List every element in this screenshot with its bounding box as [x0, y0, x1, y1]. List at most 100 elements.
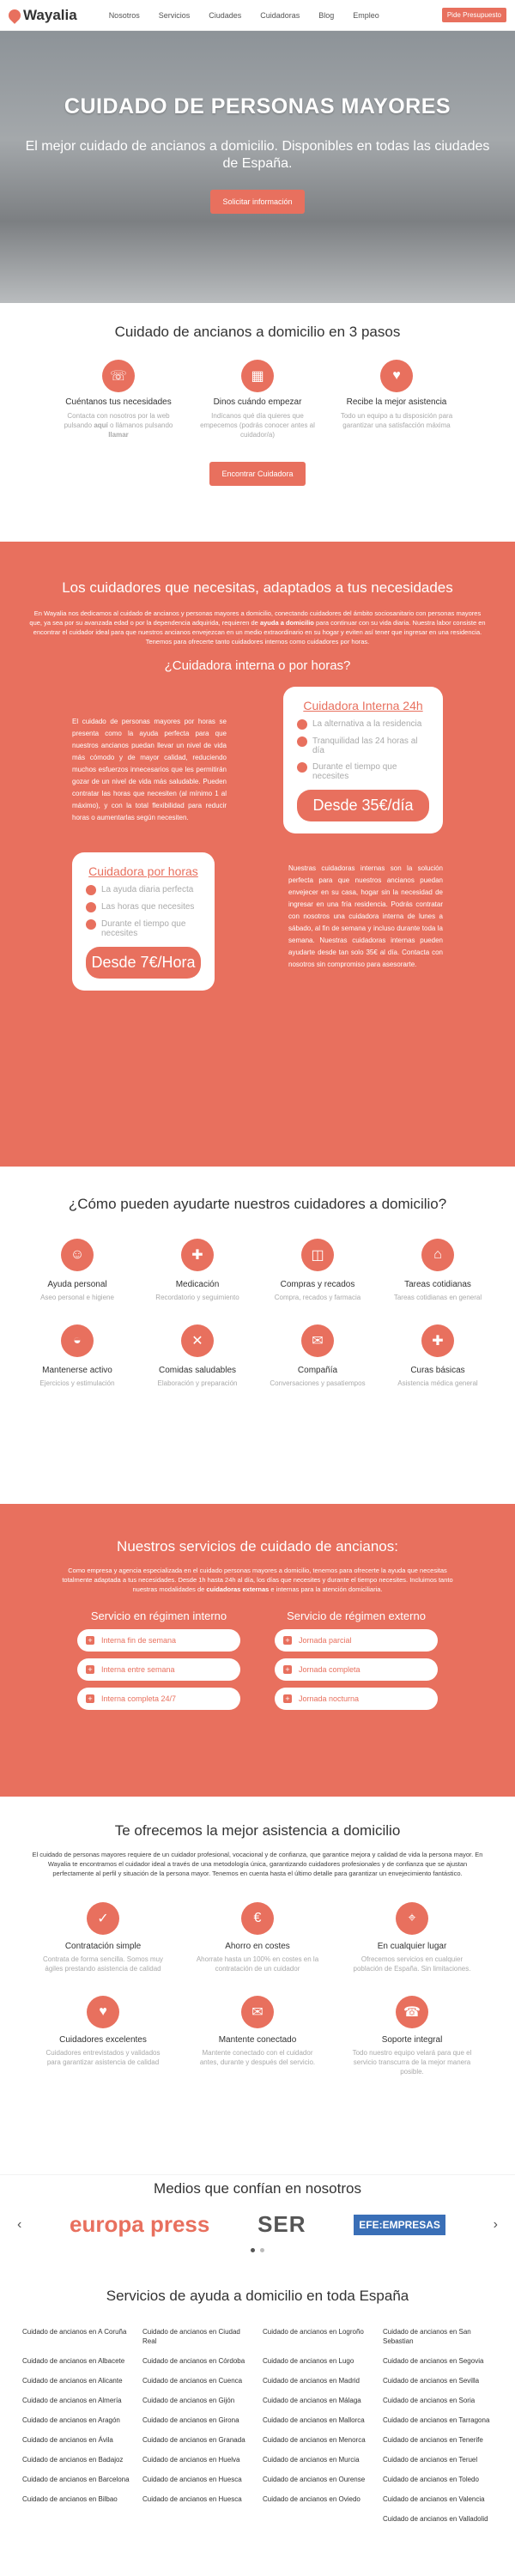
city-link[interactable]: Cuidado de ancianos en Albacete: [22, 2356, 132, 2366]
services-section: Nuestros servicios de cuidado de anciano…: [0, 1504, 515, 1797]
city-link[interactable]: Cuidado de ancianos en Córdoba: [142, 2356, 252, 2366]
internal-caregiver-card[interactable]: Cuidadora Interna 24h La alternativa a l…: [283, 687, 443, 833]
request-info-button[interactable]: Solicitar información: [210, 190, 305, 214]
city-link[interactable]: Cuidado de ancianos en Badajoz: [22, 2455, 132, 2464]
city-link[interactable]: Cuidado de ancianos en Oviedo: [263, 2494, 373, 2504]
nav-item-empleo[interactable]: Empleo: [343, 11, 389, 20]
city-link[interactable]: Cuidado de ancianos en Lugo: [263, 2356, 373, 2366]
nav-item-cuidadoras[interactable]: Cuidadoras: [251, 11, 309, 20]
services-text-part: e internas para la atención domiciliaria…: [269, 1585, 383, 1593]
carousel-dot[interactable]: [260, 2248, 264, 2252]
service-option[interactable]: + Jornada completa: [275, 1658, 438, 1681]
city-link[interactable]: Cuidado de ancianos en Ávila: [22, 2435, 132, 2445]
city-link[interactable]: Cuidado de ancianos en Granada: [142, 2435, 252, 2445]
city-link[interactable]: Cuidado de ancianos en Madrid: [263, 2376, 373, 2385]
carousel-next-icon[interactable]: ›: [494, 2217, 498, 2233]
step-item: ▦ Dinos cuándo empezar Indícanos qué día q…: [197, 360, 318, 439]
city-link[interactable]: Cuidado de ancianos en Valencia: [383, 2494, 493, 2504]
budget-button[interactable]: Pide Presupuesto: [441, 8, 506, 22]
service-option[interactable]: + Interna fin de semana: [77, 1629, 240, 1652]
price-badge[interactable]: Desde 7€/Hora: [86, 947, 201, 979]
plus-icon: +: [86, 1665, 94, 1674]
service-option[interactable]: + Interna entre semana: [77, 1658, 240, 1681]
carousel-prev-icon[interactable]: ‹: [17, 2217, 21, 2233]
first-aid-icon: ✚: [421, 1324, 454, 1357]
logo[interactable]: Wayalia: [6, 7, 77, 24]
city-link[interactable]: Cuidado de ancianos en Segovia: [383, 2356, 493, 2366]
hourly-description: El cuidado de personas mayores por horas…: [72, 718, 227, 821]
service-option[interactable]: + Jornada parcial: [275, 1629, 438, 1652]
media-title: Medios que confían en nosotros: [154, 2180, 361, 2197]
nav-item-nosotros[interactable]: Nosotros: [100, 11, 149, 20]
cities-grid: Cuidado de ancianos en A Coruña Cuidado d…: [0, 2327, 515, 2534]
nav-item-ciudades[interactable]: Ciudades: [199, 11, 251, 20]
play-bullet-icon: [297, 719, 307, 730]
find-caregiver-button[interactable]: Encontrar Cuidadora: [209, 462, 306, 486]
service-option-label: Interna completa 24/7: [101, 1694, 177, 1703]
support-icon: ☎: [396, 1996, 428, 2028]
hero-section: CUIDADO DE PERSONAS MAYORES El mejor cui…: [0, 31, 515, 303]
city-link[interactable]: Cuidado de ancianos en Málaga: [263, 2396, 373, 2405]
city-link[interactable]: Cuidado de ancianos en Gijón: [142, 2396, 252, 2405]
service-option-label: Jornada parcial: [299, 1636, 352, 1645]
service-option-label: Interna entre semana: [101, 1665, 175, 1674]
city-link[interactable]: Cuidado de ancianos en Toledo: [383, 2475, 493, 2484]
city-link[interactable]: Cuidado de ancianos en Logroño: [263, 2327, 373, 2346]
step-title: Cuéntanos tus necesidades: [65, 397, 172, 407]
help-item-title: Curas básicas: [410, 1366, 465, 1375]
card-title: Cuidadora por horas: [88, 864, 198, 878]
city-link[interactable]: Cuidado de ancianos en Huelva: [142, 2455, 252, 2464]
help-item-title: Comidas saludables: [158, 1366, 237, 1375]
city-link[interactable]: Cuidado de ancianos en Huesca: [142, 2475, 252, 2484]
nav-item-servicios[interactable]: Servicios: [149, 11, 200, 20]
steps-section: Cuidado de ancianos a domicilio en 3 pas…: [0, 303, 515, 542]
hourly-caregiver-card[interactable]: Cuidadora por horas La ayuda diaria perf…: [72, 852, 215, 991]
city-link[interactable]: Cuidado de ancianos en Almería: [22, 2396, 132, 2405]
city-link[interactable]: Cuidado de ancianos en Alicante: [22, 2376, 132, 2385]
city-link[interactable]: Cuidado de ancianos en Soria: [383, 2396, 493, 2405]
help-item-title: Compañía: [297, 1366, 338, 1375]
service-option[interactable]: + Jornada nocturna: [275, 1688, 438, 1710]
city-link[interactable]: Cuidado de ancianos en Murcia: [263, 2455, 373, 2464]
city-link[interactable]: Cuidado de ancianos en Cuenca: [142, 2376, 252, 2385]
step-text: Todo un equipo a tu disposición para gar…: [340, 412, 453, 429]
benefit-item: ☎ Soporte integral Todo nuestro equipo vel…: [348, 1996, 476, 2076]
step-text-part: o llámanos pulsando: [107, 421, 173, 429]
city-link[interactable]: Cuidado de ancianos en Girona: [142, 2415, 252, 2425]
adapt-text: En Wayalia nos dedicamos al cuidado de a…: [29, 609, 486, 646]
city-link[interactable]: Cuidado de ancianos en Barcelona: [22, 2475, 132, 2484]
city-link[interactable]: Cuidado de ancianos en Menorca: [263, 2435, 373, 2445]
price-badge[interactable]: Desde 35€/día: [297, 790, 429, 821]
city-link[interactable]: Cuidado de ancianos en Tarragona: [383, 2415, 493, 2425]
city-link[interactable]: Cuidado de ancianos en San Sebastian: [383, 2327, 493, 2346]
city-link[interactable]: Cuidado de ancianos en A Coruña: [22, 2327, 132, 2346]
city-link[interactable]: Cuidado de ancianos en Mallorca: [263, 2415, 373, 2425]
city-link[interactable]: Cuidado de ancianos en Bilbao: [22, 2494, 132, 2504]
hero-subtitle: El mejor cuidado de ancianos a domicilio…: [25, 139, 490, 171]
city-link[interactable]: Cuidado de ancianos en Sevilla: [383, 2376, 493, 2385]
city-link[interactable]: Cuidado de ancianos en Ourense: [263, 2475, 373, 2484]
map-pin-icon: ⌖: [396, 1902, 428, 1935]
thumbs-up-icon: ✓: [87, 1902, 119, 1935]
benefit-text: Ahorrate hasta un 100% en costes en la c…: [196, 1955, 319, 1973]
city-link[interactable]: Cuidado de ancianos en Ciudad Real: [142, 2327, 252, 2346]
service-option[interactable]: + Interna completa 24/7: [77, 1688, 240, 1710]
nav-item-blog[interactable]: Blog: [309, 11, 343, 20]
here-link[interactable]: aquí: [94, 421, 107, 429]
call-link[interactable]: llamar: [108, 431, 129, 439]
benefit-item: € Ahorro en costes Ahorrate hasta un 100% …: [193, 1902, 322, 1973]
help-item-title: Medicación: [175, 1280, 220, 1289]
benefit-text: Ofrecemos servicios en cualquier poblaci…: [353, 1955, 471, 1973]
city-link[interactable]: Cuidado de ancianos en Huesca: [142, 2494, 252, 2504]
city-link[interactable]: Cuidado de ancianos en Valladolid: [383, 2514, 493, 2524]
benefit-title: Contratación simple: [64, 1942, 142, 1951]
carousel-dot[interactable]: [251, 2248, 255, 2252]
card-feature-text: Tranquilidad las 24 horas al día: [312, 736, 418, 755]
city-link[interactable]: Cuidado de ancianos en Aragón: [22, 2415, 132, 2425]
play-bullet-icon: [86, 885, 96, 895]
city-link[interactable]: Cuidado de ancianos en Tenerife: [383, 2435, 493, 2445]
city-link[interactable]: Cuidado de ancianos en Teruel: [383, 2455, 493, 2464]
help-item: ☺ Ayuda personal Aseo personal e higiene: [17, 1239, 137, 1302]
help-item-text: Conversaciones y pasatiempos: [270, 1379, 366, 1387]
help-item-text: Recordatorio y seguimiento: [155, 1294, 239, 1301]
